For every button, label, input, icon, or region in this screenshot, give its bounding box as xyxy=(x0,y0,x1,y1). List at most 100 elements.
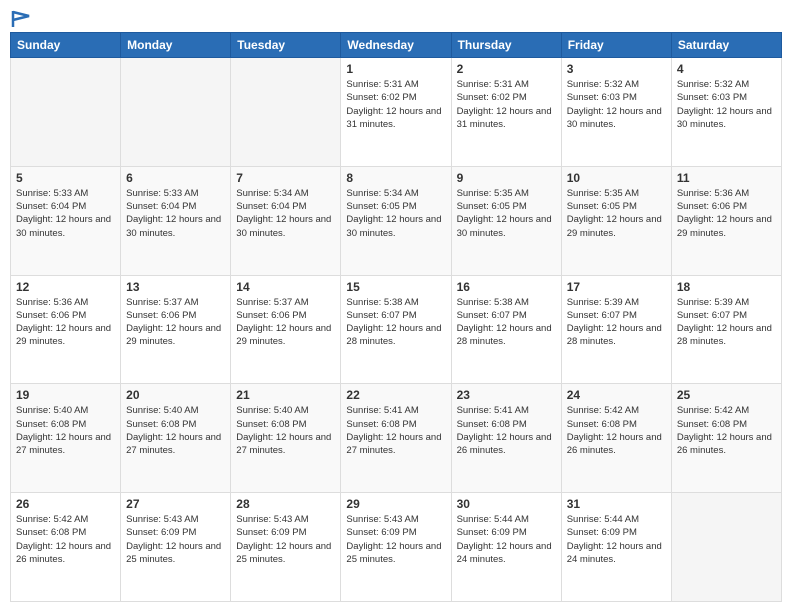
day-info: Sunrise: 5:42 AM Sunset: 6:08 PM Dayligh… xyxy=(567,404,666,457)
day-number: 24 xyxy=(567,388,666,402)
weekday-header-thursday: Thursday xyxy=(451,33,561,58)
day-info: Sunrise: 5:32 AM Sunset: 6:03 PM Dayligh… xyxy=(567,78,666,131)
day-number: 10 xyxy=(567,171,666,185)
calendar-cell: 13 Sunrise: 5:37 AM Sunset: 6:06 PM Dayli… xyxy=(121,275,231,384)
calendar-cell: 26 Sunrise: 5:42 AM Sunset: 6:08 PM Dayli… xyxy=(11,493,121,602)
day-number: 17 xyxy=(567,280,666,294)
day-number: 9 xyxy=(457,171,556,185)
day-number: 28 xyxy=(236,497,335,511)
calendar-cell: 28Sunrise: 5:43 AM Sunset: 6:09 PM Dayli… xyxy=(231,493,341,602)
calendar-cell xyxy=(231,58,341,167)
day-info: Sunrise: 5:35 AM Sunset: 6:05 PM Dayligh… xyxy=(567,187,666,240)
day-info: Sunrise: 5:43 AM Sunset: 6:09 PM Dayligh… xyxy=(126,513,225,566)
day-number: 1 xyxy=(346,62,445,76)
logo-flag-icon xyxy=(11,10,33,28)
calendar-cell: 15 Sunrise: 5:38 AM Sunset: 6:07 PM Dayli… xyxy=(341,275,451,384)
calendar-cell xyxy=(11,58,121,167)
day-info: Sunrise: 5:44 AM Sunset: 6:09 PM Dayligh… xyxy=(567,513,666,566)
day-number: 12 xyxy=(16,280,115,294)
calendar-cell: 19 Sunrise: 5:40 AM Sunset: 6:08 PM Dayli… xyxy=(11,384,121,493)
day-number: 13 xyxy=(126,280,225,294)
day-info: Sunrise: 5:43 AM Sunset: 6:09 PM Dayligh… xyxy=(346,513,445,566)
day-number: 25 xyxy=(677,388,776,402)
day-info: Sunrise: 5:33 AM Sunset: 6:04 PM Dayligh… xyxy=(16,187,115,240)
day-info: Sunrise: 5:32 AM Sunset: 6:03 PM Dayligh… xyxy=(677,78,776,131)
day-info: Sunrise: 5:42 AM Sunset: 6:08 PM Dayligh… xyxy=(16,513,115,566)
calendar-cell: 3 Sunrise: 5:32 AM Sunset: 6:03 PM Daylig… xyxy=(561,58,671,167)
day-number: 7 xyxy=(236,171,335,185)
calendar-cell: 18 Sunrise: 5:39 AM Sunset: 6:07 PM Dayli… xyxy=(671,275,781,384)
day-number: 21 xyxy=(236,388,335,402)
day-info: Sunrise: 5:31 AM Sunset: 6:02 PM Dayligh… xyxy=(346,78,445,131)
day-number: 31 xyxy=(567,497,666,511)
day-info: Sunrise: 5:35 AM Sunset: 6:05 PM Dayligh… xyxy=(457,187,556,240)
calendar-cell: 2 Sunrise: 5:31 AM Sunset: 6:02 PM Daylig… xyxy=(451,58,561,167)
day-number: 19 xyxy=(16,388,115,402)
calendar-cell: 30Sunrise: 5:44 AM Sunset: 6:09 PM Dayli… xyxy=(451,493,561,602)
day-info: Sunrise: 5:40 AM Sunset: 6:08 PM Dayligh… xyxy=(16,404,115,457)
calendar-cell: 14 Sunrise: 5:37 AM Sunset: 6:06 PM Dayli… xyxy=(231,275,341,384)
calendar-cell: 8 Sunrise: 5:34 AM Sunset: 6:05 PM Daylig… xyxy=(341,166,451,275)
day-number: 26 xyxy=(16,497,115,511)
calendar-cell: 27 Sunrise: 5:43 AM Sunset: 6:09 PM Dayli… xyxy=(121,493,231,602)
day-info: Sunrise: 5:33 AM Sunset: 6:04 PM Dayligh… xyxy=(126,187,225,240)
calendar-cell xyxy=(121,58,231,167)
weekday-header-friday: Friday xyxy=(561,33,671,58)
weekday-header-wednesday: Wednesday xyxy=(341,33,451,58)
day-info: Sunrise: 5:36 AM Sunset: 6:06 PM Dayligh… xyxy=(16,296,115,349)
calendar-cell: 31 Sunrise: 5:44 AM Sunset: 6:09 PM Dayli… xyxy=(561,493,671,602)
calendar-cell: 20Sunrise: 5:40 AM Sunset: 6:08 PM Dayli… xyxy=(121,384,231,493)
weekday-header-sunday: Sunday xyxy=(11,33,121,58)
day-number: 4 xyxy=(677,62,776,76)
calendar-cell xyxy=(671,493,781,602)
calendar-cell: 1 Sunrise: 5:31 AM Sunset: 6:02 PM Daylig… xyxy=(341,58,451,167)
logo xyxy=(10,10,33,24)
day-info: Sunrise: 5:38 AM Sunset: 6:07 PM Dayligh… xyxy=(457,296,556,349)
day-info: Sunrise: 5:39 AM Sunset: 6:07 PM Dayligh… xyxy=(677,296,776,349)
day-number: 3 xyxy=(567,62,666,76)
day-number: 29 xyxy=(346,497,445,511)
day-info: Sunrise: 5:37 AM Sunset: 6:06 PM Dayligh… xyxy=(126,296,225,349)
header xyxy=(10,10,782,24)
weekday-header-tuesday: Tuesday xyxy=(231,33,341,58)
page: SundayMondayTuesdayWednesdayThursdayFrid… xyxy=(0,0,792,612)
calendar-cell: 10 Sunrise: 5:35 AM Sunset: 6:05 PM Dayli… xyxy=(561,166,671,275)
calendar-cell: 21Sunrise: 5:40 AM Sunset: 6:08 PM Dayli… xyxy=(231,384,341,493)
day-info: Sunrise: 5:39 AM Sunset: 6:07 PM Dayligh… xyxy=(567,296,666,349)
day-number: 18 xyxy=(677,280,776,294)
calendar-cell: 11 Sunrise: 5:36 AM Sunset: 6:06 PM Dayli… xyxy=(671,166,781,275)
day-number: 27 xyxy=(126,497,225,511)
day-info: Sunrise: 5:34 AM Sunset: 6:04 PM Dayligh… xyxy=(236,187,335,240)
day-number: 16 xyxy=(457,280,556,294)
day-number: 8 xyxy=(346,171,445,185)
calendar-cell: 23Sunrise: 5:41 AM Sunset: 6:08 PM Dayli… xyxy=(451,384,561,493)
day-info: Sunrise: 5:34 AM Sunset: 6:05 PM Dayligh… xyxy=(346,187,445,240)
day-info: Sunrise: 5:38 AM Sunset: 6:07 PM Dayligh… xyxy=(346,296,445,349)
calendar-cell: 4 Sunrise: 5:32 AM Sunset: 6:03 PM Daylig… xyxy=(671,58,781,167)
calendar-cell: 29 Sunrise: 5:43 AM Sunset: 6:09 PM Dayli… xyxy=(341,493,451,602)
weekday-header-saturday: Saturday xyxy=(671,33,781,58)
day-number: 2 xyxy=(457,62,556,76)
day-info: Sunrise: 5:40 AM Sunset: 6:08 PM Dayligh… xyxy=(126,404,225,457)
day-number: 11 xyxy=(677,171,776,185)
calendar-cell: 25 Sunrise: 5:42 AM Sunset: 6:08 PM Dayli… xyxy=(671,384,781,493)
day-number: 6 xyxy=(126,171,225,185)
day-number: 23 xyxy=(457,388,556,402)
calendar-cell: 5 Sunrise: 5:33 AM Sunset: 6:04 PM Daylig… xyxy=(11,166,121,275)
calendar-cell: 17 Sunrise: 5:39 AM Sunset: 6:07 PM Dayli… xyxy=(561,275,671,384)
calendar-cell: 12 Sunrise: 5:36 AM Sunset: 6:06 PM Dayli… xyxy=(11,275,121,384)
day-info: Sunrise: 5:31 AM Sunset: 6:02 PM Dayligh… xyxy=(457,78,556,131)
day-info: Sunrise: 5:42 AM Sunset: 6:08 PM Dayligh… xyxy=(677,404,776,457)
calendar-cell: 16 Sunrise: 5:38 AM Sunset: 6:07 PM Dayli… xyxy=(451,275,561,384)
day-info: Sunrise: 5:36 AM Sunset: 6:06 PM Dayligh… xyxy=(677,187,776,240)
day-number: 14 xyxy=(236,280,335,294)
day-number: 5 xyxy=(16,171,115,185)
calendar-cell: 7 Sunrise: 5:34 AM Sunset: 6:04 PM Daylig… xyxy=(231,166,341,275)
calendar-cell: 9 Sunrise: 5:35 AM Sunset: 6:05 PM Daylig… xyxy=(451,166,561,275)
calendar-cell: 24 Sunrise: 5:42 AM Sunset: 6:08 PM Dayli… xyxy=(561,384,671,493)
day-number: 15 xyxy=(346,280,445,294)
day-info: Sunrise: 5:37 AM Sunset: 6:06 PM Dayligh… xyxy=(236,296,335,349)
day-info: Sunrise: 5:41 AM Sunset: 6:08 PM Dayligh… xyxy=(346,404,445,457)
calendar-cell: 22Sunrise: 5:41 AM Sunset: 6:08 PM Dayli… xyxy=(341,384,451,493)
calendar-cell: 6 Sunrise: 5:33 AM Sunset: 6:04 PM Daylig… xyxy=(121,166,231,275)
